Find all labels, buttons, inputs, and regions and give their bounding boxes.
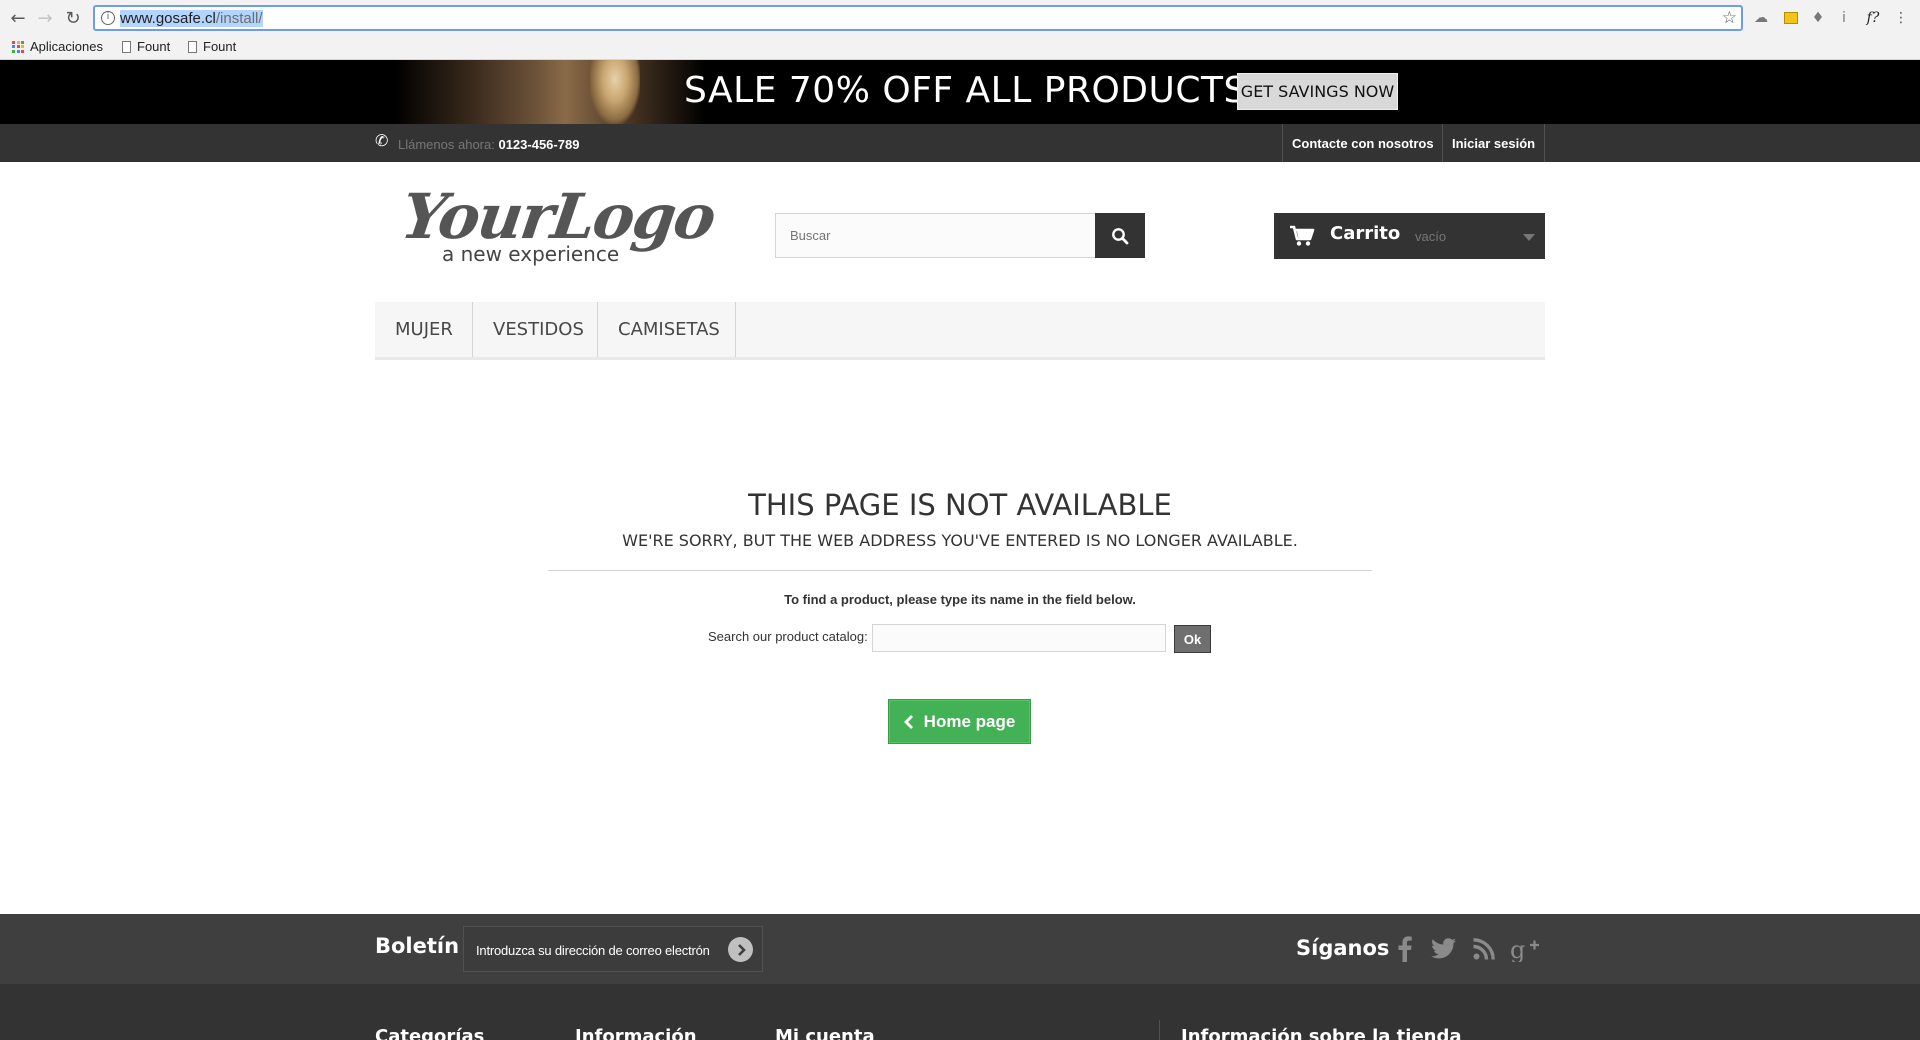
search-hint: To find a product, please type its name … xyxy=(784,592,1136,607)
bookmark-label: Fount xyxy=(137,39,171,54)
banner-image xyxy=(395,60,705,124)
banner-text: SALE 70% OFF ALL PRODUCTS xyxy=(684,70,1247,111)
site-logo[interactable]: YourLogo a new experience xyxy=(397,180,719,270)
catalog-search-input[interactable] xyxy=(872,624,1166,652)
bookmark-star-icon[interactable]: ☆ xyxy=(1722,8,1737,28)
footer-column-tienda: Información sobre la tienda xyxy=(1181,1026,1462,1040)
newsletter-placeholder: Introduzca su dirección de correo electr… xyxy=(476,943,710,958)
page-icon xyxy=(188,40,197,53)
logo-tagline: a new experience xyxy=(442,242,620,266)
home-page-button[interactable]: Home page xyxy=(887,698,1032,745)
back-icon[interactable]: ← xyxy=(6,6,30,30)
svg-text:g: g xyxy=(1510,936,1525,962)
chevron-right-icon xyxy=(737,943,746,956)
info-icon[interactable]: i xyxy=(101,11,115,25)
extension-notes-icon[interactable] xyxy=(1781,8,1801,28)
twitter-icon[interactable] xyxy=(1429,934,1459,964)
page-icon xyxy=(122,40,131,53)
forward-icon[interactable]: → xyxy=(33,6,57,30)
browser-menu-icon[interactable]: ⋮ xyxy=(1891,8,1911,28)
phone-icon: ✆ xyxy=(375,131,389,150)
address-url[interactable]: www.gosafe.cl/install/ xyxy=(120,10,263,27)
extension-fontface-icon[interactable]: f? xyxy=(1863,8,1883,28)
cart-button[interactable]: Carrito vacío xyxy=(1274,213,1545,259)
bookmark-fount-1[interactable]: Fount xyxy=(122,39,170,54)
top-nav-bar xyxy=(0,124,1920,162)
cart-icon xyxy=(1290,225,1315,246)
page-title: THIS PAGE IS NOT AVAILABLE xyxy=(748,488,1172,522)
bookmark-label: Fount xyxy=(203,39,237,54)
search-icon xyxy=(1112,227,1129,244)
home-page-label: Home page xyxy=(923,711,1016,731)
bookmark-label: Aplicaciones xyxy=(30,39,103,54)
browser-chrome: ← → ↻ i www.gosafe.cl/install/ ☆ ☁ ♦ i f… xyxy=(0,0,1920,60)
menu-item-vestidos[interactable]: VESTIDOS xyxy=(473,302,598,357)
phone-info: Llámenos ahora: 0123-456-789 xyxy=(398,137,579,152)
footer-divider xyxy=(1159,1020,1160,1040)
footer-column-categorias: Categorías xyxy=(375,1026,485,1040)
extension-italic-icon[interactable]: i xyxy=(1834,8,1854,28)
banner-model-image xyxy=(590,60,640,124)
page-subtitle: WE'RE SORRY, BUT THE WEB ADDRESS YOU'VE … xyxy=(622,531,1298,550)
newsletter-submit-button[interactable] xyxy=(728,937,753,962)
menu-item-camisetas[interactable]: CAMISETAS xyxy=(598,302,736,357)
ok-button[interactable]: Ok xyxy=(1174,625,1211,653)
cart-status: vacío xyxy=(1415,229,1447,244)
login-link[interactable]: Iniciar sesión xyxy=(1442,124,1546,162)
catalog-search-label: Search our product catalog: xyxy=(708,629,868,644)
cart-title: Carrito xyxy=(1330,223,1401,244)
footer-column-informacion: Información xyxy=(575,1026,697,1040)
rss-icon[interactable] xyxy=(1469,934,1499,964)
bookmark-apps[interactable]: Aplicaciones xyxy=(12,39,103,54)
reload-icon[interactable]: ↻ xyxy=(61,6,85,30)
footer-column-mi-cuenta: Mi cuenta xyxy=(775,1026,875,1040)
caret-down-icon xyxy=(1523,234,1535,241)
main-menu: MUJER VESTIDOS CAMISETAS xyxy=(375,302,1545,360)
newsletter-title: Boletín xyxy=(375,934,460,958)
promo-banner[interactable]: SALE 70% OFF ALL PRODUCTS xyxy=(0,60,1920,124)
bookmarks-bar: Aplicaciones Fount Fount xyxy=(0,36,1920,60)
footer-main xyxy=(0,984,1920,1040)
phone-number: 0123-456-789 xyxy=(498,137,580,152)
get-savings-button[interactable]: GET SAVINGS NOW xyxy=(1237,73,1398,110)
browser-toolbar: ← → ↻ i www.gosafe.cl/install/ ☆ ☁ ♦ i f… xyxy=(0,0,1920,36)
address-bar[interactable]: i www.gosafe.cl/install/ ☆ xyxy=(93,5,1743,31)
extension-evernote-icon[interactable]: ♦ xyxy=(1808,8,1828,28)
extension-cloud-icon[interactable]: ☁ xyxy=(1751,8,1771,28)
bookmark-fount-2[interactable]: Fount xyxy=(188,39,236,54)
follow-us-title: Síganos xyxy=(1296,936,1390,960)
call-label: Llámenos ahora: xyxy=(398,137,495,152)
search-button[interactable] xyxy=(1095,213,1145,258)
apps-grid-icon xyxy=(12,40,24,53)
facebook-icon[interactable] xyxy=(1390,934,1420,964)
chevron-left-icon xyxy=(903,714,913,729)
google-plus-icon[interactable]: g xyxy=(1508,934,1542,964)
contact-link[interactable]: Contacte con nosotros xyxy=(1282,124,1443,162)
divider xyxy=(548,570,1372,571)
footer-newsletter-bar xyxy=(0,914,1920,984)
menu-item-mujer[interactable]: MUJER xyxy=(375,302,473,357)
search-input[interactable] xyxy=(775,213,1096,258)
